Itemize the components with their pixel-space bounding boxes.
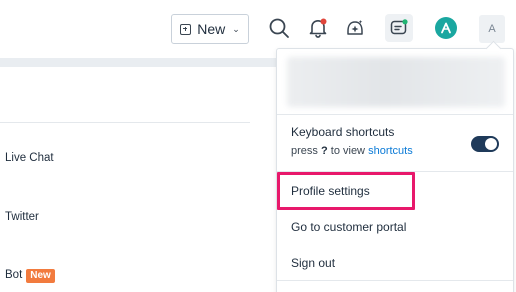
search-button[interactable] <box>264 13 294 43</box>
plus-square-icon <box>180 23 192 35</box>
chat-assistant-icon <box>390 19 408 35</box>
profile-header-blurred <box>287 57 505 107</box>
menu-item-sign-out[interactable]: Sign out <box>291 256 335 270</box>
keyboard-shortcuts-hint: press ? to view shortcuts <box>291 145 413 157</box>
notification-bell-icon <box>309 18 327 38</box>
divider <box>0 122 250 123</box>
app-switcher-button[interactable] <box>431 13 461 43</box>
keyboard-shortcuts-title: Keyboard shortcuts <box>291 125 395 139</box>
toggle-knob <box>485 138 497 150</box>
user-avatar[interactable]: A <box>479 15 505 43</box>
page-header-strip <box>0 58 276 67</box>
profile-dropdown-menu: Keyboard shortcuts press ? to view short… <box>276 48 514 292</box>
ai-sparkle-icon <box>347 20 363 35</box>
menu-item-customer-portal[interactable]: Go to customer portal <box>291 220 406 234</box>
search-icon <box>269 18 289 38</box>
keyboard-shortcuts-toggle[interactable] <box>471 136 499 152</box>
menu-divider <box>277 114 513 115</box>
channel-label: Twitter <box>5 211 39 223</box>
channel-label: Bot <box>5 269 23 281</box>
menu-divider <box>277 280 513 281</box>
new-button-label: New <box>197 21 226 37</box>
channel-item-twitter[interactable]: Twitter <box>5 211 39 223</box>
channel-label: Live Chat <box>5 152 54 164</box>
channel-item-bot[interactable]: Bot New <box>5 269 55 283</box>
chat-assistant-button[interactable] <box>385 14 413 42</box>
chevron-down-icon: ⌄ <box>232 23 240 34</box>
view-shortcuts-link[interactable]: shortcuts <box>368 145 413 157</box>
channel-item-live-chat[interactable]: Live Chat <box>5 152 54 164</box>
notifications-button[interactable] <box>303 13 333 43</box>
new-badge: New <box>26 269 55 283</box>
new-button[interactable]: New ⌄ <box>171 14 249 44</box>
profile-settings-highlight <box>277 172 415 210</box>
keyboard-shortcuts-row: Keyboard shortcuts press ? to view short… <box>291 125 501 157</box>
app-logo-icon <box>435 17 457 39</box>
ai-assist-button[interactable] <box>340 13 370 43</box>
